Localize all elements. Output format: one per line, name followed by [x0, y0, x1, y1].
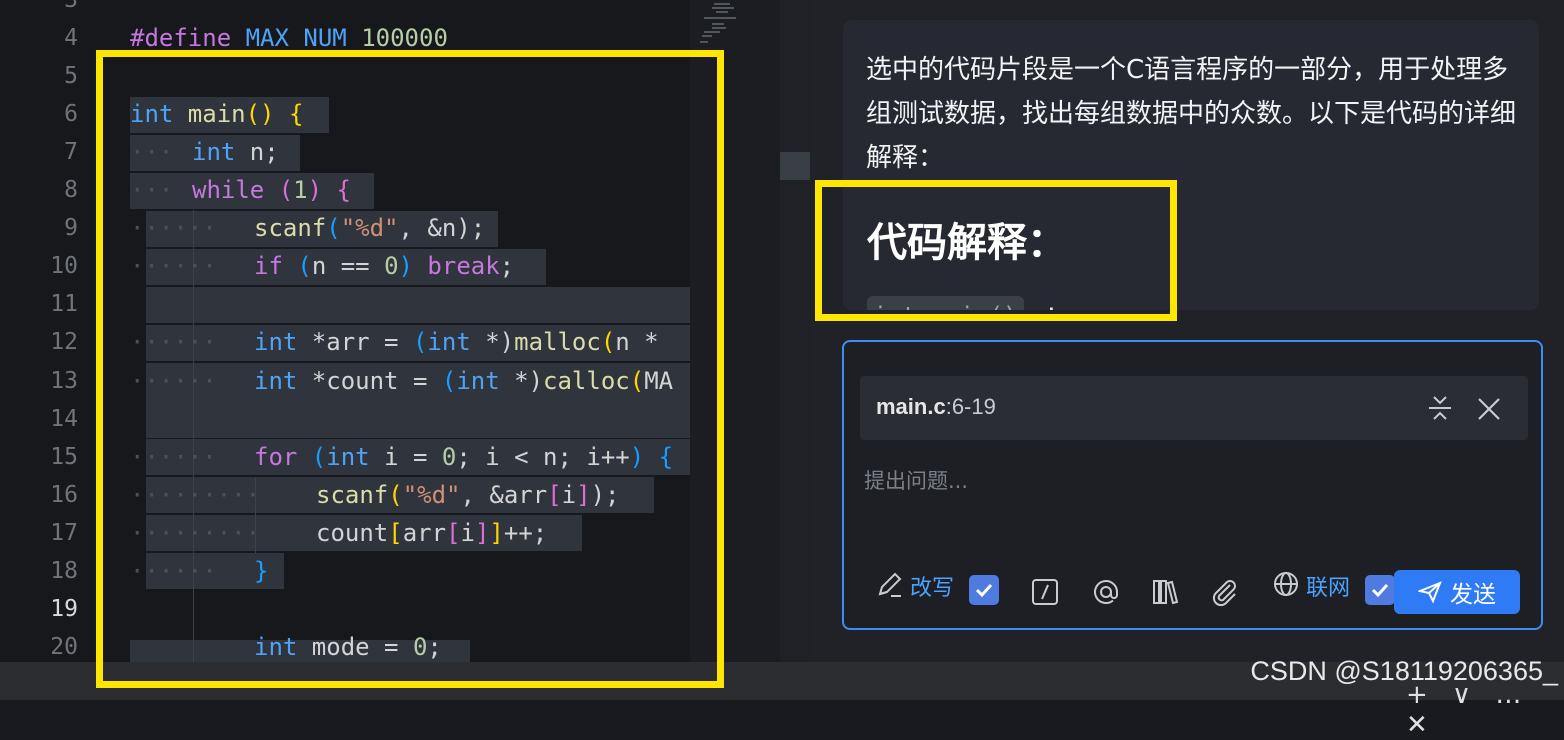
rewrite-toggle[interactable]: 改写	[876, 568, 954, 604]
web-label: 联网	[1306, 576, 1351, 601]
context-file-label: main.c:6-19	[876, 394, 996, 419]
attachment-icon[interactable]	[1210, 574, 1240, 610]
scrollbar-thumb[interactable]	[780, 152, 810, 180]
web-search-checkbox[interactable]	[1365, 575, 1395, 605]
highlight-box-heading	[815, 180, 1177, 321]
panel-splitter[interactable]	[780, 0, 810, 662]
ai-chat-panel: 选中的代码片段是一个C语言程序的一部分，用于处理多组测试数据，找出每组数据中的众…	[810, 0, 1564, 662]
highlight-box-code	[96, 50, 724, 688]
collapse-icon[interactable]	[1426, 394, 1454, 426]
web-search-toggle[interactable]: 联网	[1272, 568, 1350, 604]
ask-question-input[interactable]	[862, 460, 1506, 502]
close-icon[interactable]	[1476, 396, 1502, 426]
mention-icon[interactable]	[1090, 574, 1122, 610]
rewrite-label: 改写	[910, 576, 955, 601]
chat-input-box[interactable]: main.c:6-19 改写	[842, 340, 1543, 630]
send-label: 发送	[1450, 582, 1496, 608]
context-file-chip[interactable]: main.c:6-19	[860, 376, 1528, 440]
slash-command-icon[interactable]	[1030, 574, 1060, 610]
send-icon	[1418, 581, 1442, 604]
globe-icon	[1272, 570, 1300, 602]
csdn-watermark: CSDN @S18119206365_	[1250, 656, 1558, 686]
library-icon[interactable]	[1150, 574, 1180, 610]
terminal-controls[interactable]: + ∨ … ✕	[1406, 680, 1564, 740]
rewrite-checkbox[interactable]	[969, 575, 999, 605]
response-paragraph: 选中的代码片段是一个C语言程序的一部分，用于处理多组测试数据，找出每组数据中的众…	[866, 55, 1517, 173]
pencil-icon	[876, 570, 904, 602]
send-button[interactable]: 发送	[1394, 570, 1520, 614]
